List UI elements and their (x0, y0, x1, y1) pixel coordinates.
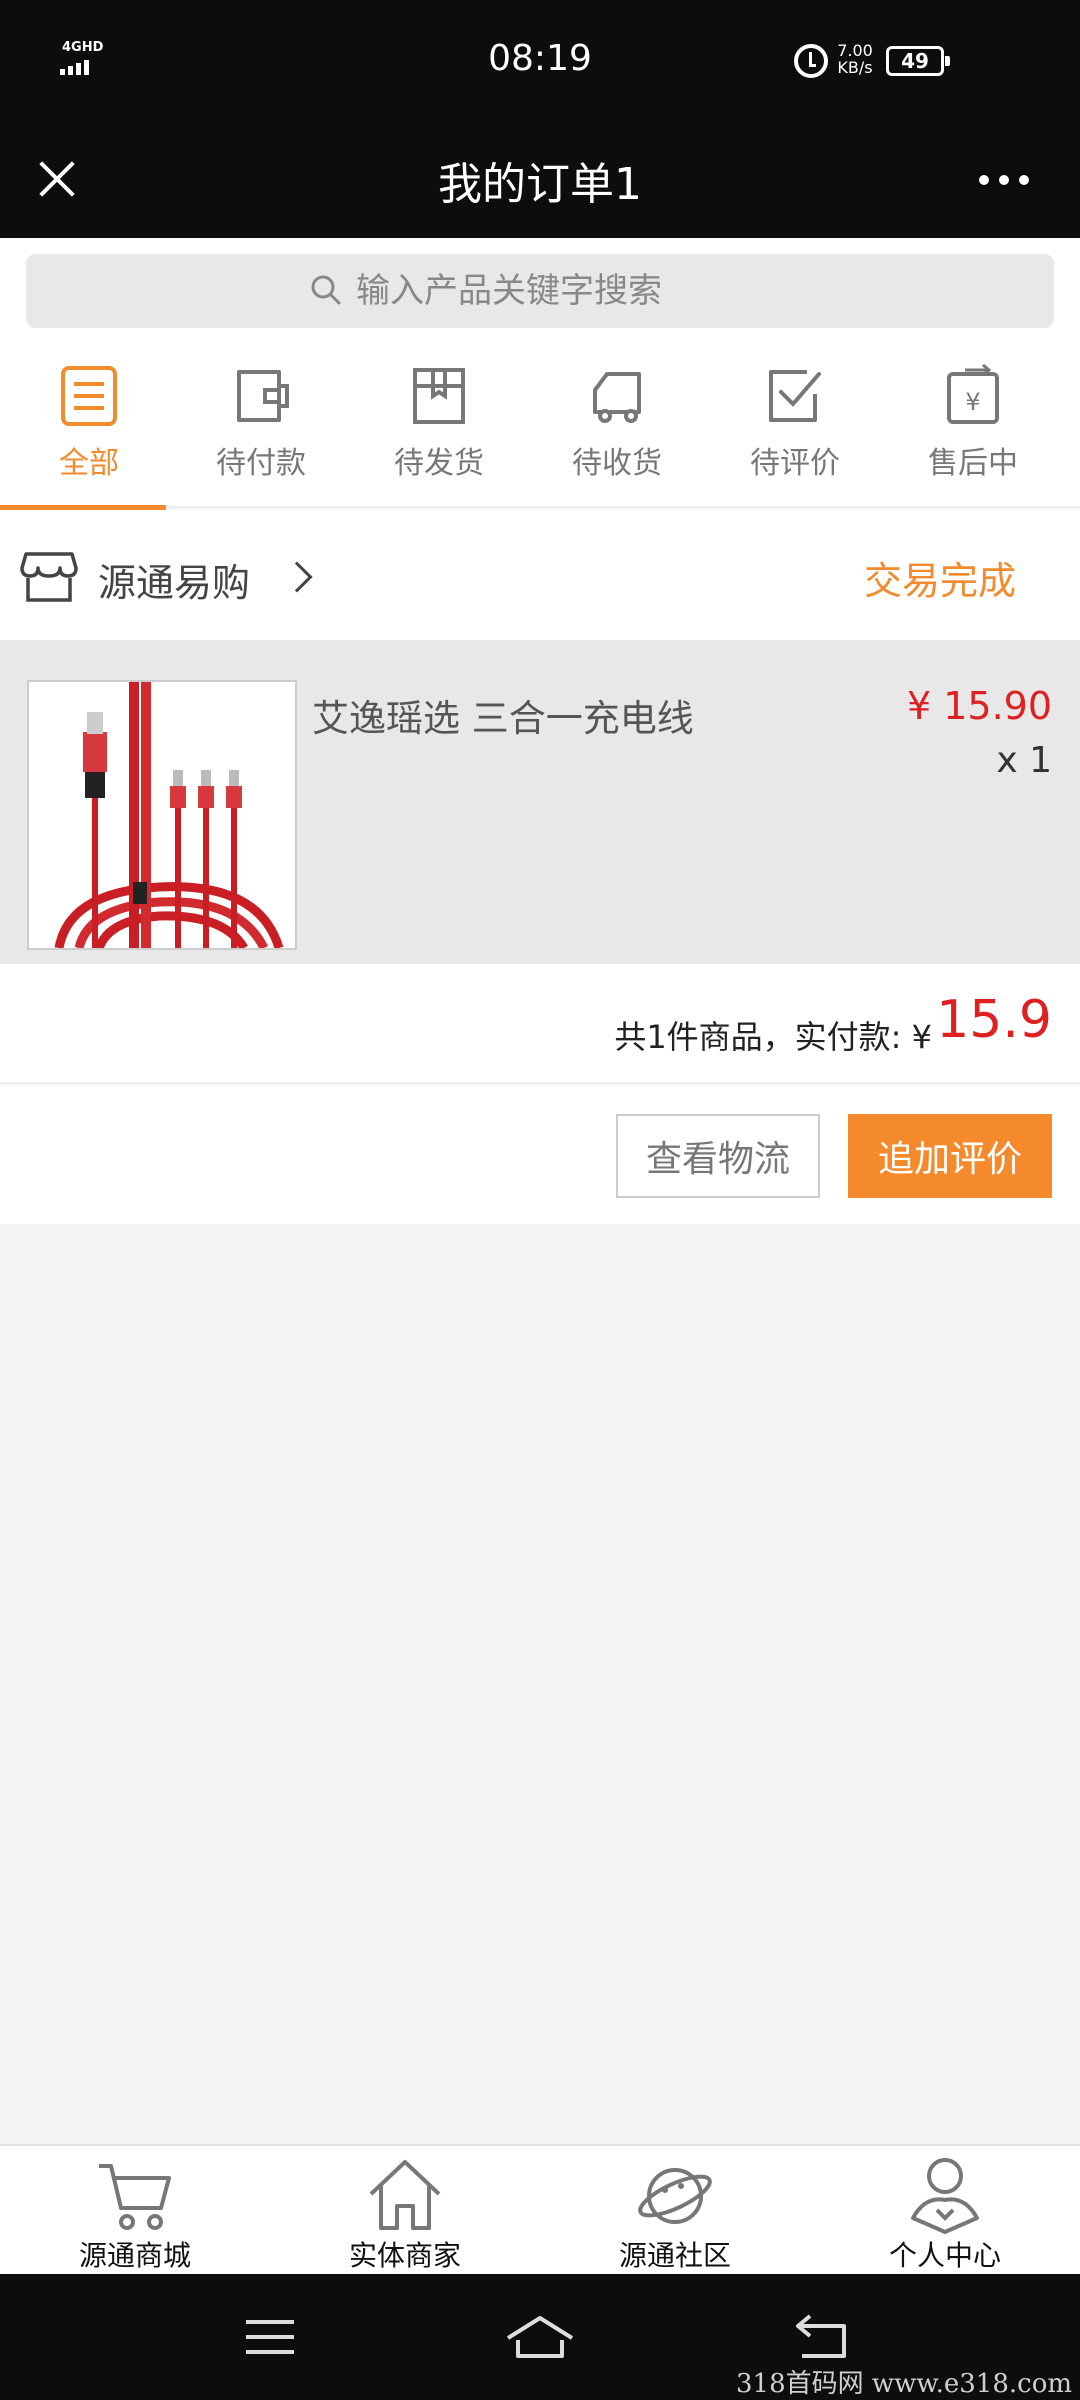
nav-label: 实体商家 (348, 2239, 461, 2272)
cart-icon (99, 2164, 171, 2230)
store-row[interactable]: 源通易购 交易完成 (0, 510, 1080, 640)
nav-label: 源通商城 (78, 2239, 191, 2272)
product-name: 艾逸瑶选 三合一充电线 (312, 697, 694, 740)
user-icon (911, 2158, 979, 2234)
planet-icon (638, 2168, 712, 2224)
order-total: 15.9 (936, 990, 1052, 1050)
home-icon (369, 2160, 441, 2230)
nav-label: 个人中心 (888, 2239, 1001, 2272)
tab-label: 全部 (59, 446, 119, 481)
order-summary: 共1件商品，实付款: ¥ 15.9 (0, 964, 1080, 1084)
page-title: 我的订单1 (438, 159, 642, 210)
product-price: ¥ 15.90 (906, 684, 1052, 728)
nav-item-profile[interactable]: 个人中心 (810, 2146, 1080, 2276)
alarm-icon (794, 44, 828, 78)
refund-icon: ¥ (947, 364, 999, 424)
system-nav-bar: 318首码网 www.e318.com (0, 2274, 1080, 2400)
charging-cable-image (54, 682, 284, 951)
product-quantity: x 1 (996, 740, 1052, 781)
search-box[interactable] (26, 254, 1054, 328)
nav-item-mall[interactable]: 源通商城 (0, 2146, 270, 2276)
watermark: 318首码网 www.e318.com (736, 2369, 1072, 2399)
store-name: 源通易购 (98, 561, 251, 605)
tab-pending-receipt[interactable]: 待收货 (528, 338, 706, 508)
tab-label: 待付款 (216, 446, 306, 481)
bottom-nav: 源通商城 实体商家 源通社区 个人中心 (0, 2144, 1080, 2274)
network-speed: 7.00 KB/s (834, 42, 876, 76)
more-dots-icon[interactable] (972, 160, 1036, 200)
store-icon (20, 552, 78, 602)
product-image[interactable] (27, 680, 297, 951)
home-button-icon[interactable] (504, 2310, 576, 2364)
package-icon (413, 368, 465, 424)
tab-pending-payment[interactable]: 待付款 (172, 338, 350, 508)
summary-text: 共1件商品，实付款: ¥ (614, 1018, 932, 1056)
list-icon (61, 366, 117, 426)
nav-item-merchants[interactable]: 实体商家 (270, 2146, 540, 2276)
battery-icon: 49 (886, 46, 950, 76)
product-row[interactable]: 艾逸瑶选 三合一充电线 ¥ 15.90 x 1 (0, 640, 1080, 964)
view-logistics-button[interactable]: 查看物流 (616, 1114, 820, 1198)
add-review-button[interactable]: 追加评价 (848, 1114, 1052, 1198)
check-square-icon (769, 370, 821, 422)
tab-all[interactable]: 全部 (0, 338, 178, 510)
speed-unit: KB/s (837, 58, 873, 77)
tab-label: 待发货 (394, 446, 484, 481)
status-bar: 4GHD 08:19 7.00 KB/s 49 (0, 0, 1080, 120)
back-icon[interactable] (792, 2310, 852, 2364)
tab-label: 待收货 (572, 446, 662, 481)
title-bar: 我的订单1 (0, 120, 1080, 238)
svg-text:¥: ¥ (965, 388, 980, 416)
tab-pending-shipment[interactable]: 待发货 (350, 338, 528, 508)
nav-label: 源通社区 (618, 2239, 731, 2272)
search-input[interactable] (356, 254, 956, 328)
nav-item-community[interactable]: 源通社区 (540, 2146, 810, 2276)
search-icon (311, 275, 341, 305)
menu-icon[interactable] (240, 2310, 300, 2364)
order-tabs: 全部 待付款 待发货 待收货 待评价 ¥ 售后中 (0, 338, 1080, 510)
tab-after-sales[interactable]: ¥ 售后中 (884, 338, 1062, 508)
tab-label: 售后中 (928, 446, 1018, 481)
chevron-right-icon (281, 561, 313, 593)
tab-pending-review[interactable]: 待评价 (706, 338, 884, 508)
order-status: 交易完成 (864, 559, 1017, 603)
order-actions: 查看物流 追加评价 (0, 1086, 1080, 1224)
speed-value: 7.00 (837, 41, 873, 60)
truck-icon (593, 372, 641, 423)
search-section (0, 238, 1080, 338)
wallet-icon (237, 370, 289, 422)
tab-label: 待评价 (750, 446, 840, 481)
battery-level: 49 (901, 49, 929, 73)
